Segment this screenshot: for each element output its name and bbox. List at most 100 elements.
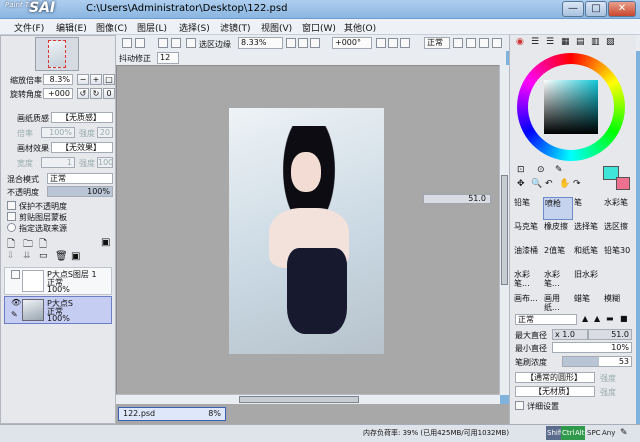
toolbar-button[interactable]: [135, 38, 145, 48]
maximize-button[interactable]: □: [585, 1, 607, 17]
rotate-left-button[interactable]: [376, 38, 386, 48]
tool-watercolor-3[interactable]: 水彩笔...: [543, 269, 573, 292]
tool-icon[interactable]: ✋: [559, 179, 570, 189]
transfer-down-icon[interactable]: ⇩: [7, 251, 15, 261]
vertical-scroll-thumb[interactable]: [501, 175, 508, 285]
minimize-button[interactable]: —: [562, 1, 584, 17]
scratchpad-icon[interactable]: ▥: [591, 37, 600, 47]
toggle-button[interactable]: [479, 38, 489, 48]
tool-icon[interactable]: ⊡: [517, 165, 525, 175]
navigator-preview[interactable]: [35, 37, 79, 71]
delete-layer-icon[interactable]: 🗑: [55, 251, 68, 262]
palette-icon[interactable]: ▦: [561, 37, 570, 47]
tool-drawing-paper[interactable]: 画用纸...: [543, 293, 573, 316]
rotate-plus-button[interactable]: ↻: [90, 88, 102, 99]
max-size-multiplier[interactable]: x 1.0: [552, 329, 588, 340]
layer-mask-icon[interactable]: ▣: [71, 251, 80, 262]
menu-file[interactable]: 文件(F): [14, 21, 44, 34]
canvas-photo[interactable]: [229, 108, 384, 354]
effect-select[interactable]: 【无效果】: [51, 142, 113, 153]
toolbar-button[interactable]: [158, 38, 168, 48]
tool-bucket[interactable]: 油漆桶: [513, 245, 543, 268]
horizontal-scroll-thumb[interactable]: [239, 396, 359, 403]
detail-settings-checkbox[interactable]: [515, 401, 524, 410]
tool-watercolor[interactable]: 水彩笔: [603, 197, 633, 220]
swatch-icon[interactable]: ▤: [576, 37, 585, 47]
brush-mode-select[interactable]: 正常: [515, 314, 577, 325]
zoom-fit-button[interactable]: □: [103, 74, 115, 85]
rotate-minus-button[interactable]: ↺: [77, 88, 89, 99]
rotate-right-button[interactable]: [388, 38, 398, 48]
paper-texture-select[interactable]: 【无质感】: [51, 112, 113, 123]
rotate-reset-button[interactable]: [400, 38, 410, 48]
color-wheel-icon[interactable]: ◉: [516, 37, 524, 47]
tool-icon[interactable]: ✥: [517, 179, 525, 189]
layer-row-selected[interactable]: 👁 ✎ P大点S 正常 100%: [4, 296, 112, 324]
tool-blur[interactable]: 模糊: [603, 293, 633, 316]
tool-marker[interactable]: 马克笔: [513, 221, 543, 244]
blend-mode-select[interactable]: 正常: [47, 173, 113, 184]
tool-icon[interactable]: ✎: [555, 165, 563, 175]
horizontal-scrollbar[interactable]: [116, 394, 500, 404]
menu-filter[interactable]: 滤镜(T): [220, 21, 251, 34]
tool-pencil[interactable]: 铅笔: [513, 197, 543, 220]
tool-canvas[interactable]: 画布...: [513, 293, 543, 316]
zoom-value[interactable]: 8.3%: [43, 74, 73, 85]
tool-airbrush[interactable]: 喷枪: [543, 197, 573, 220]
merge-down-icon[interactable]: ⇊: [23, 251, 31, 261]
mode-select[interactable]: 正常: [424, 37, 450, 49]
brush-tip-round-icon[interactable]: ▲: [594, 314, 600, 323]
brush-shape-select[interactable]: 【通常的圆形】: [515, 372, 595, 383]
brush-size-popup[interactable]: 51.0: [423, 194, 491, 204]
toggle-button[interactable]: [492, 38, 502, 48]
mirror-button[interactable]: [466, 38, 476, 48]
toolbar-button[interactable]: [122, 38, 132, 48]
menu-layer[interactable]: 图层(L): [137, 21, 167, 34]
menu-select[interactable]: 选择(S): [179, 21, 210, 34]
menu-edit[interactable]: 编辑(E): [56, 21, 87, 34]
tool-icon[interactable]: 🔍: [531, 179, 542, 189]
flip-button[interactable]: [453, 38, 463, 48]
menu-view[interactable]: 视图(V): [261, 21, 292, 34]
tool-icon[interactable]: ⊙: [537, 165, 545, 175]
layer-options-icon[interactable]: ▣: [101, 237, 110, 248]
brush-texture-select[interactable]: 【无材质】: [515, 386, 595, 397]
layer-eye-icon[interactable]: 👁: [11, 298, 21, 307]
clear-layer-icon[interactable]: ▭: [39, 251, 48, 261]
selection-source-radio[interactable]: [7, 223, 16, 232]
tool-binary-pen[interactable]: 2值笔: [543, 245, 573, 268]
select-edge-checkbox[interactable]: [186, 38, 196, 48]
document-tab[interactable]: 122.psd 8%: [118, 407, 226, 421]
secondary-color-swatch[interactable]: [616, 177, 630, 190]
hsv-slider-icon[interactable]: ☰: [546, 37, 554, 47]
density-value[interactable]: 53: [562, 356, 632, 367]
color-square[interactable]: [544, 80, 598, 134]
zoom-minus-button[interactable]: −: [77, 74, 89, 85]
zoom-field[interactable]: 8.33%: [238, 37, 283, 49]
color-wheel[interactable]: [517, 53, 625, 161]
zoom-reset-button[interactable]: [310, 38, 320, 48]
stabilizer-select[interactable]: 12: [157, 52, 179, 64]
protect-opacity-checkbox[interactable]: [7, 201, 16, 210]
menu-window[interactable]: 窗口(W): [302, 21, 336, 34]
opacity-slider[interactable]: 100%: [47, 186, 113, 197]
menu-other[interactable]: 其他(O): [344, 21, 376, 34]
max-size-value[interactable]: 51.0: [588, 329, 632, 340]
layer-row[interactable]: P大点S图层 1 正常 100%: [4, 267, 112, 295]
tool-select-pen[interactable]: 选择笔: [573, 221, 603, 244]
rgb-slider-icon[interactable]: ☰: [531, 37, 539, 47]
tool-icon[interactable]: ↶: [545, 179, 553, 189]
layer-visibility-toggle[interactable]: [11, 270, 20, 279]
mixer-icon[interactable]: ▧: [606, 37, 615, 47]
tool-watercolor-2[interactable]: 水彩笔...: [513, 269, 543, 292]
brush-tip-flat-icon[interactable]: ▬: [606, 314, 614, 323]
min-size-value[interactable]: 10%: [552, 342, 632, 353]
close-button[interactable]: ✕: [608, 1, 636, 17]
tool-icon[interactable]: ↷: [573, 179, 581, 189]
zoom-out-button[interactable]: [286, 38, 296, 48]
tool-pen[interactable]: 笔: [573, 197, 603, 220]
tool-crayon[interactable]: 蜡笔: [573, 293, 603, 316]
rotate-reset-button[interactable]: 0: [103, 88, 115, 99]
tool-pencil30[interactable]: 铅笔30: [603, 245, 633, 268]
menu-image[interactable]: 图像(C): [96, 21, 127, 34]
